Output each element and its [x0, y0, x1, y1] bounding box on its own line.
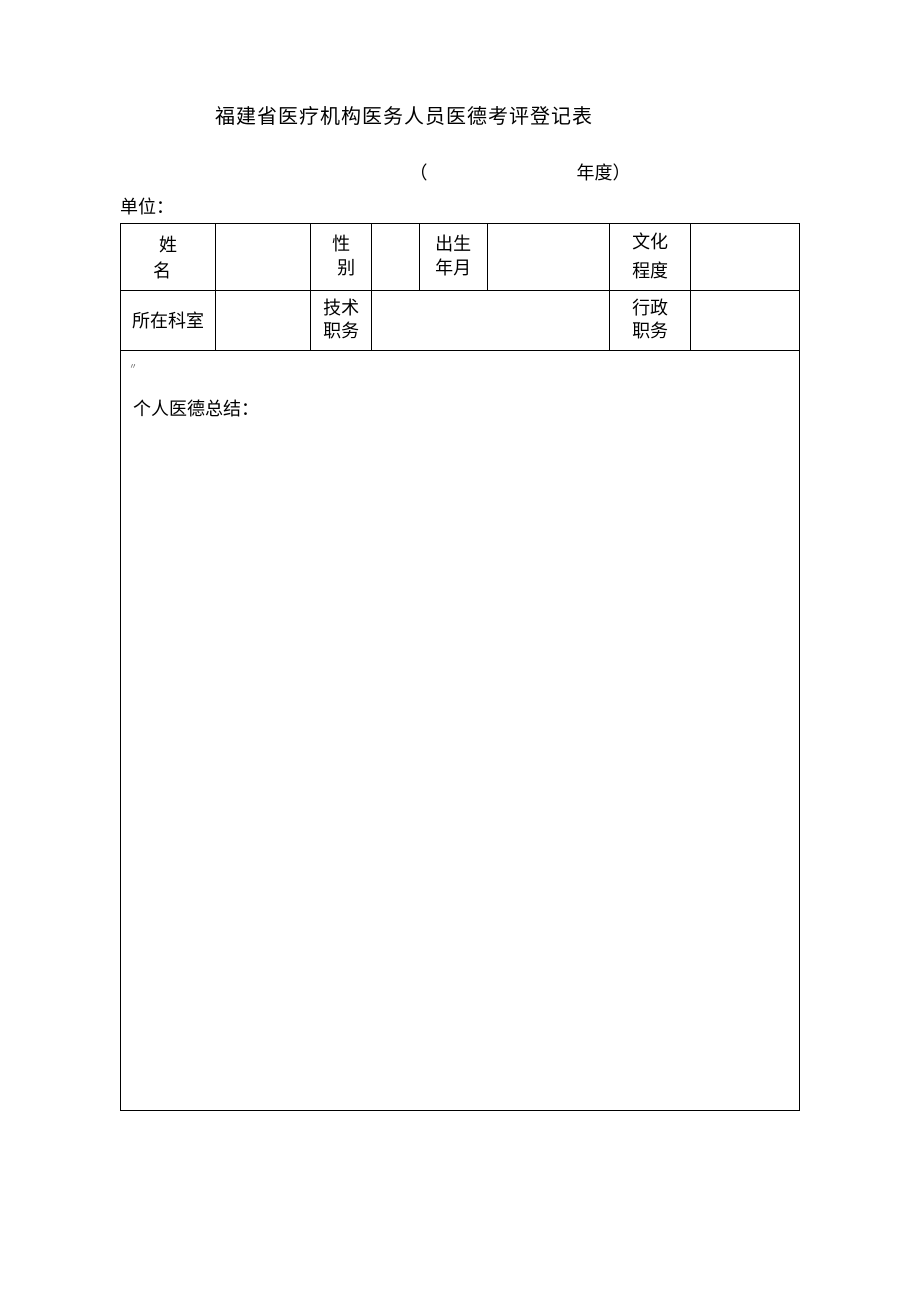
- summary-label: 个人医德总结：: [133, 395, 787, 421]
- name-label-text: 姓 名: [147, 235, 219, 281]
- birth-label-line2: 年月: [424, 257, 483, 280]
- gender-label-line2: 别: [315, 257, 367, 280]
- summary-cell: 〃 个人医德总结：: [121, 350, 800, 1110]
- unit-label: 单位：: [120, 193, 800, 219]
- edu-label: 文化 程度: [609, 224, 690, 291]
- tech-value: [372, 290, 610, 350]
- tech-label-line2: 职务: [315, 320, 367, 343]
- birth-value: [487, 224, 609, 291]
- gender-label: 性 别: [311, 224, 372, 291]
- edu-value: [691, 224, 800, 291]
- tech-label: 技术 职务: [311, 290, 372, 350]
- admin-label-line1: 行政: [614, 297, 686, 320]
- table-row: 姓 名 性 别 出生 年月 文化 程度: [121, 224, 800, 291]
- name-value: [216, 224, 311, 291]
- birth-label: 出生 年月: [419, 224, 487, 291]
- name-label: 姓 名: [121, 224, 216, 291]
- admin-label: 行政 职务: [609, 290, 690, 350]
- tech-label-line1: 技术: [315, 297, 367, 320]
- dept-value: [216, 290, 311, 350]
- edu-label-line1: 文化: [614, 228, 686, 257]
- form-table: 姓 名 性 别 出生 年月 文化 程度 所在科室 技术: [120, 223, 800, 1111]
- paren-close-text: 年度）: [577, 163, 631, 183]
- admin-value: [691, 290, 800, 350]
- edu-label-line2: 程度: [614, 257, 686, 286]
- dept-label: 所在科室: [121, 290, 216, 350]
- form-title: 福建省医疗机构医务人员医德考评登记表: [215, 100, 800, 129]
- table-row: 〃 个人医德总结：: [121, 350, 800, 1110]
- gender-label-line1: 性: [315, 233, 367, 256]
- table-row: 所在科室 技术 职务 行政 职务: [121, 290, 800, 350]
- gender-value: [372, 224, 420, 291]
- year-line: （ 年度）: [240, 159, 800, 185]
- birth-label-line1: 出生: [424, 233, 483, 256]
- admin-label-line2: 职务: [614, 320, 686, 343]
- paren-open: （: [410, 159, 428, 185]
- page-container: 福建省医疗机构医务人员医德考评登记表 （ 年度） 单位： 姓 名 性 别: [0, 0, 920, 1171]
- ditto-mark: 〃: [129, 361, 137, 372]
